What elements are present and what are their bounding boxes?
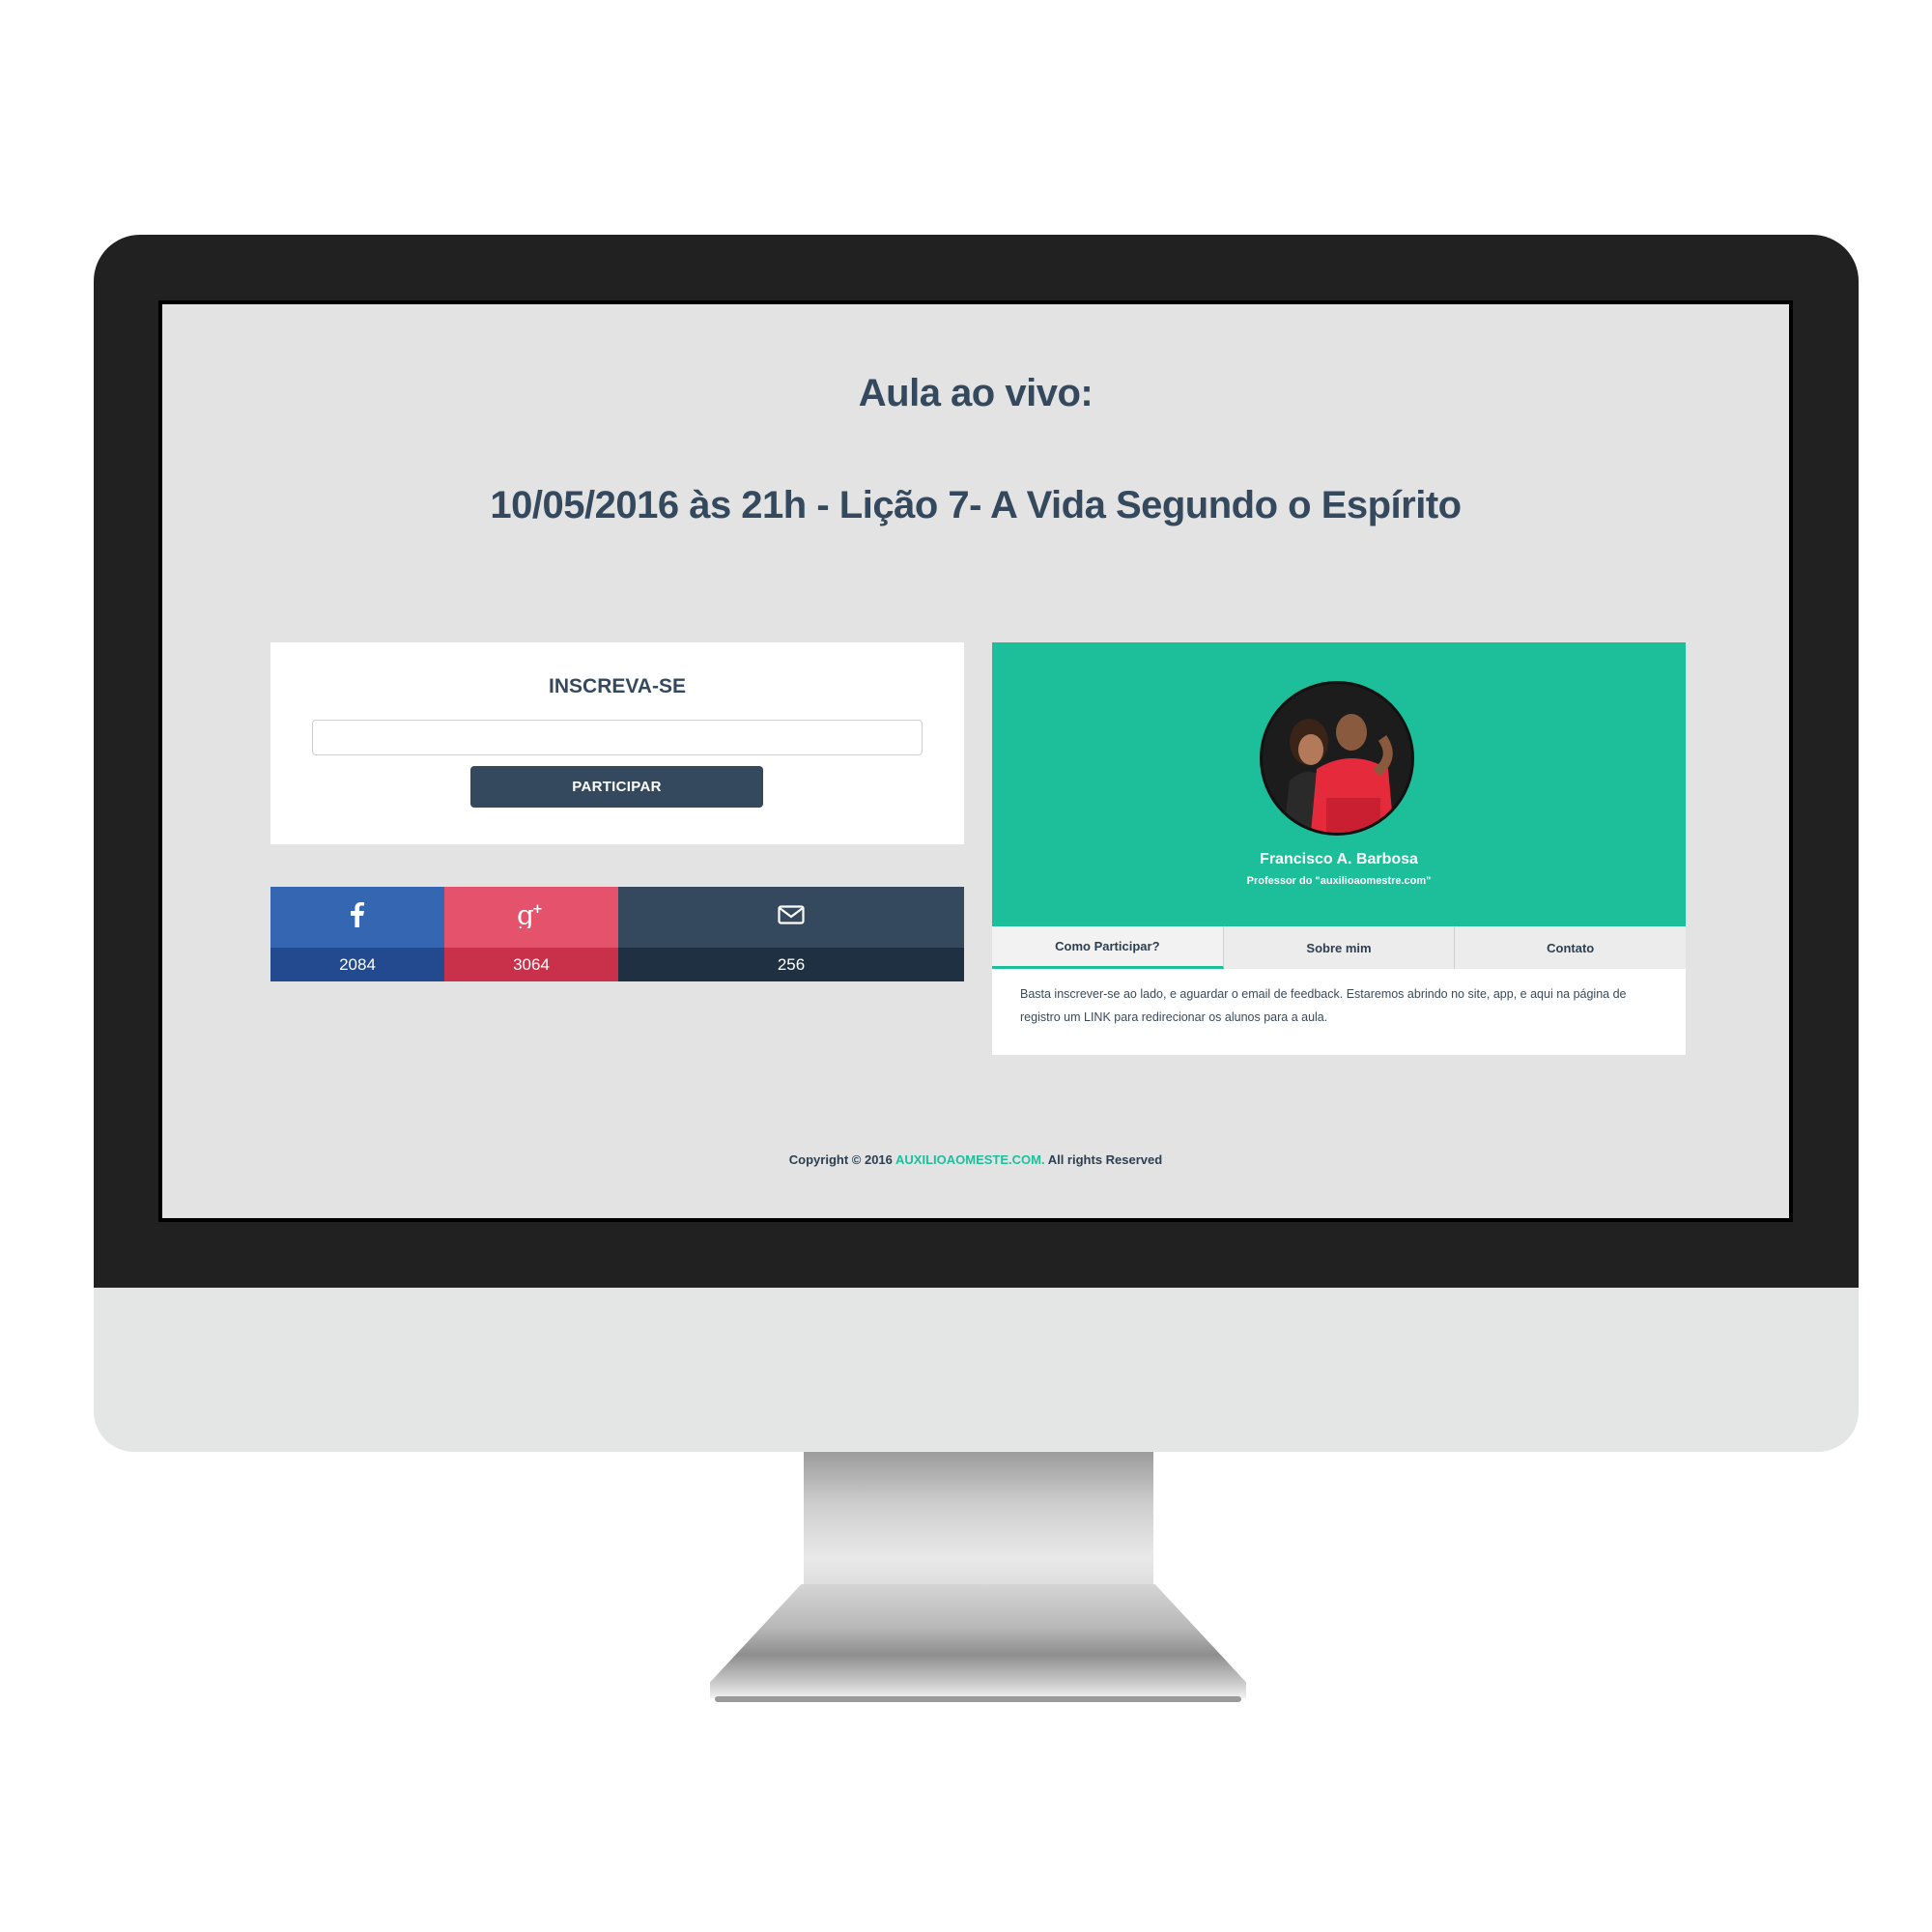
google-plus-icon: g + (517, 899, 546, 933)
profile-header: Francisco A. Barbosa Professor do "auxil… (992, 642, 1686, 926)
subscribe-card: INSCREVA-SE PARTICIPAR (270, 642, 964, 844)
monitor-chin (94, 1288, 1859, 1452)
participate-button[interactable]: PARTICIPAR (470, 766, 763, 808)
email-share-count: 256 (618, 948, 964, 981)
facebook-share-count: 2084 (270, 948, 444, 981)
tab-content: Basta inscrever-se ao lado, e aguardar o… (1020, 987, 1627, 1024)
profile-tabs: Como Participar? Sobre mim Contato (992, 926, 1686, 969)
footer-copyright: Copyright © 2016 AUXILIOAOMESTE.COM. All… (162, 1152, 1789, 1167)
footer-prefix: Copyright © 2016 (788, 1152, 896, 1167)
subscribe-title: INSCREVA-SE (549, 675, 686, 697)
profile-subtitle: Professor do "auxilioaomestre.com" (1246, 875, 1432, 887)
profile-name: Francisco A. Barbosa (1260, 851, 1418, 867)
facebook-icon (351, 902, 364, 932)
profile-card: Francisco A. Barbosa Professor do "auxil… (992, 642, 1686, 1055)
monitor-stand-base (710, 1584, 1246, 1698)
page-title: Aula ao vivo: (858, 372, 1094, 414)
monitor-base-shadow (715, 1696, 1241, 1702)
google-plus-share-count: 3064 (444, 948, 618, 981)
tab-como-participar[interactable]: Como Participar? (992, 926, 1224, 969)
tab-sobre-mim[interactable]: Sobre mim (1224, 926, 1456, 969)
email-share-button[interactable]: 256 (618, 887, 964, 981)
footer-brand-link[interactable]: AUXILIOAOMESTE.COM. (895, 1152, 1045, 1167)
google-plus-share-button[interactable]: g + 3064 (444, 887, 618, 981)
envelope-icon (778, 905, 805, 929)
monitor-screen: Aula ao vivo: 10/05/2016 às 21h - Lição … (158, 300, 1793, 1222)
svg-text:+: + (532, 902, 543, 917)
email-input[interactable] (312, 720, 923, 755)
avatar (1260, 681, 1414, 836)
tab-contato[interactable]: Contato (1455, 926, 1686, 969)
lesson-subtitle: 10/05/2016 às 21h - Lição 7- A Vida Segu… (490, 484, 1462, 526)
footer-suffix: All rights Reserved (1044, 1152, 1163, 1167)
share-bar: 2084 g + 3064 256 (270, 887, 964, 981)
facebook-share-button[interactable]: 2084 (270, 887, 444, 981)
